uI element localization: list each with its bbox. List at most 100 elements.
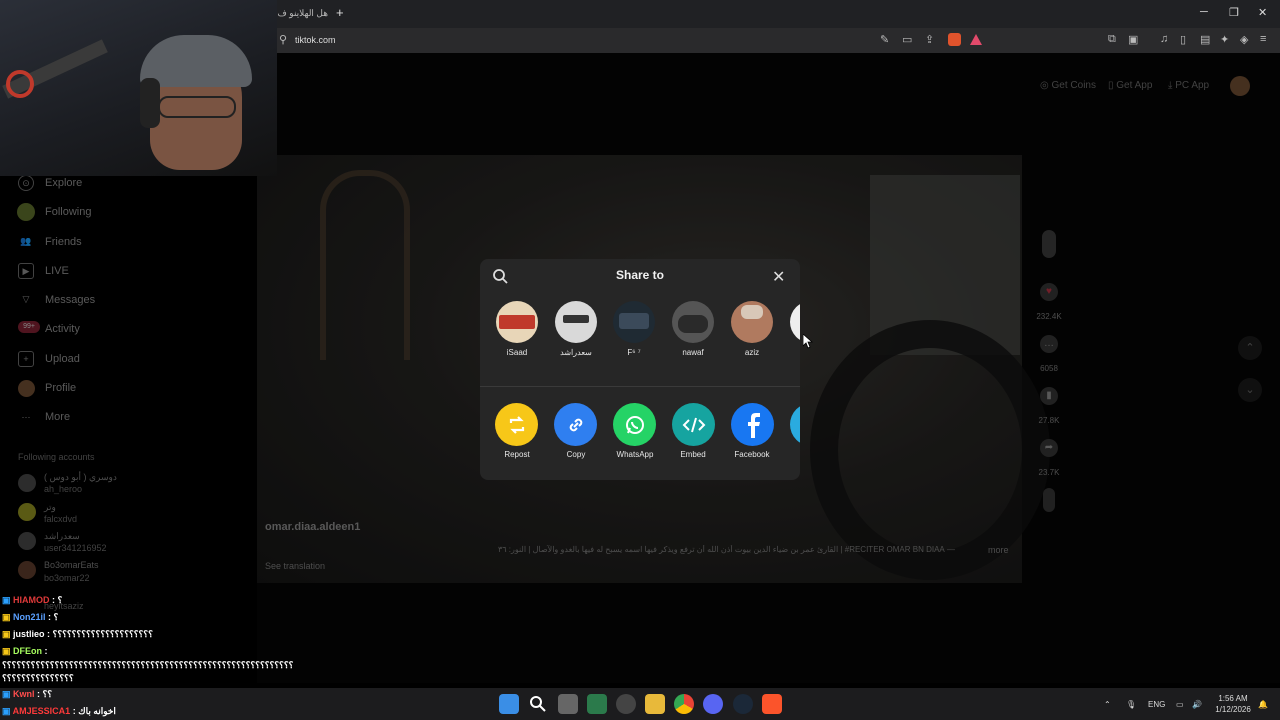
- brave-rewards-icon[interactable]: [970, 34, 982, 45]
- telegram-label: Te: [781, 450, 800, 459]
- brave-icon[interactable]: [762, 694, 782, 714]
- sidebar-toggle-icon[interactable]: ▯: [1180, 33, 1186, 46]
- clock-date[interactable]: 1/12/2026: [1211, 705, 1255, 714]
- discord-icon[interactable]: [703, 694, 723, 714]
- url-text[interactable]: tiktok.com: [295, 35, 336, 45]
- chat-message: : ؟: [48, 612, 59, 622]
- chat-line: ؟؟؟؟؟؟؟؟؟؟؟؟؟؟؟؟؟؟؟؟؟؟؟؟؟؟؟؟؟؟؟؟؟؟؟؟؟؟؟؟…: [2, 660, 347, 671]
- taskbar-search-icon[interactable]: [529, 695, 547, 713]
- maximize-button[interactable]: ❐: [1229, 6, 1239, 19]
- chat-badge-icon: ▣: [2, 595, 14, 605]
- chat-username: AMJESSICA1: [12, 706, 71, 716]
- share-dialog: Share to ✕ iSaad سعدراشد F⁶ ⁷ nawaf aziz…: [480, 259, 800, 480]
- chat-line: ▣ DFEon :: [2, 646, 48, 657]
- windows-taskbar: [0, 688, 1280, 720]
- isaad-logo[interactable]: [496, 301, 538, 343]
- repost-icon: [509, 415, 524, 434]
- chat-username: Kwnl: [13, 689, 35, 699]
- tray-overflow-icon[interactable]: ⌃: [1104, 700, 1111, 709]
- chat-line: ؟؟؟؟؟؟؟؟؟؟؟؟؟؟؟: [2, 673, 74, 684]
- chat-badge-icon: ▣: [2, 689, 14, 699]
- contact-name: M: [781, 348, 800, 357]
- repost-label: Repost: [504, 450, 530, 459]
- webcam-overlay: [0, 0, 277, 176]
- webcam-headphone: [140, 78, 160, 128]
- copy-link-button[interactable]: [554, 403, 597, 446]
- meme-face-avatar[interactable]: [555, 301, 597, 343]
- language-indicator[interactable]: ENG: [1148, 700, 1165, 709]
- chat-line: ▣ HIAMOD : ؟: [2, 595, 62, 606]
- steam-icon[interactable]: [733, 694, 753, 714]
- menu-icon[interactable]: ≡: [1260, 33, 1266, 45]
- chat-username: DFEon: [13, 646, 43, 656]
- wallet-icon[interactable]: ▤: [1200, 33, 1210, 46]
- link-icon: [569, 418, 582, 431]
- cast-icon[interactable]: ▭: [902, 33, 912, 46]
- site-settings-icon[interactable]: ⚲: [279, 33, 287, 46]
- chat-line: ▣ Kwnl : ؟؟: [2, 689, 52, 700]
- vpn-shield-icon[interactable]: ◈: [1240, 33, 1248, 46]
- embed-icon: [682, 417, 705, 432]
- file-explorer-icon[interactable]: [645, 694, 665, 714]
- notification-bell-icon[interactable]: 🔔: [1258, 700, 1268, 709]
- chat-line: ▣ Non21il : ؟: [2, 612, 58, 623]
- whatsapp-icon: [625, 415, 644, 434]
- car-avatar[interactable]: [613, 301, 655, 343]
- embed-button[interactable]: [672, 403, 715, 446]
- contact-name: F⁶ ⁷: [627, 348, 641, 357]
- chat-message: : ؟: [52, 595, 63, 605]
- chat-message: : ؟؟؟؟؟؟؟؟؟؟؟؟؟؟؟؟؟؟؟؟؟: [47, 629, 153, 639]
- contact-name: aziz: [744, 348, 760, 357]
- chrome-icon[interactable]: [674, 694, 694, 714]
- volume-icon[interactable]: 🔊: [1192, 700, 1202, 709]
- browser-tab[interactable]: هل الهلاينو ف: [270, 3, 332, 25]
- brave-shields-icon[interactable]: [948, 33, 961, 46]
- extensions-icon[interactable]: ⧉: [1108, 33, 1116, 46]
- chat-message: ؟؟؟؟؟؟؟؟؟؟؟؟؟؟؟؟؟؟؟؟؟؟؟؟؟؟؟؟؟؟؟؟؟؟؟؟؟؟؟؟…: [2, 660, 294, 670]
- store-icon[interactable]: [587, 694, 607, 714]
- divider: [480, 386, 800, 387]
- chat-line: ▣ justlieo : ؟؟؟؟؟؟؟؟؟؟؟؟؟؟؟؟؟؟؟؟؟: [2, 629, 153, 640]
- chat-message: : ؟؟: [37, 689, 53, 699]
- whatsapp-button[interactable]: [613, 403, 656, 446]
- windows-start-icon[interactable]: [499, 694, 519, 714]
- contact-name: سعدراشد: [560, 348, 592, 357]
- chat-badge-icon: ▣: [2, 646, 14, 656]
- telegram-button[interactable]: [790, 403, 800, 446]
- chat-message: : اخوانه باك: [72, 706, 116, 716]
- chat-username: Non21il: [13, 612, 46, 622]
- music-icon[interactable]: ♫: [1160, 33, 1168, 45]
- webcam-glasses: [158, 96, 236, 118]
- screenshot-icon[interactable]: ▣: [1128, 33, 1138, 46]
- leo-ai-icon[interactable]: ✦: [1220, 33, 1229, 46]
- facebook-icon: [747, 412, 760, 438]
- contact-name: iSaad: [506, 348, 528, 357]
- person-avatar[interactable]: [731, 301, 773, 343]
- share-dialog-title: Share to: [615, 268, 664, 282]
- chat-line: ▣ AMJESSICA1 : اخوانه باك: [2, 706, 116, 717]
- facebook-button[interactable]: [731, 403, 774, 446]
- chat-badge-icon: ▣: [2, 629, 14, 639]
- clock-time[interactable]: 1:56 AM: [1213, 694, 1253, 703]
- close-icon[interactable]: ✕: [772, 267, 785, 287]
- task-view-icon[interactable]: [558, 694, 578, 714]
- minimize-button[interactable]: ─: [1200, 6, 1208, 18]
- obs-icon[interactable]: [616, 694, 636, 714]
- chat-username: justlieo: [13, 629, 45, 639]
- new-tab-button[interactable]: +: [336, 5, 344, 20]
- share-page-icon[interactable]: ⇪: [925, 33, 934, 46]
- people-avatar[interactable]: [672, 301, 714, 343]
- chat-badge-icon: ▣: [2, 612, 14, 622]
- contact-name: nawaf: [682, 348, 704, 357]
- repost-button[interactable]: [495, 403, 538, 446]
- webcam-mic-ring: [6, 70, 34, 98]
- microphone-icon[interactable]: 🎙: [1126, 700, 1136, 709]
- letter-avatar[interactable]: [790, 301, 800, 343]
- whatsapp-label: WhatsApp: [616, 450, 654, 459]
- embed-label: Embed: [680, 450, 706, 459]
- close-window-button[interactable]: ✕: [1258, 6, 1267, 19]
- network-icon[interactable]: ▭: [1176, 700, 1184, 709]
- no-translate-icon[interactable]: ✎: [880, 33, 889, 46]
- chat-badge-icon: ▣: [2, 706, 13, 716]
- chat-message: ؟؟؟؟؟؟؟؟؟؟؟؟؟؟؟: [2, 673, 74, 683]
